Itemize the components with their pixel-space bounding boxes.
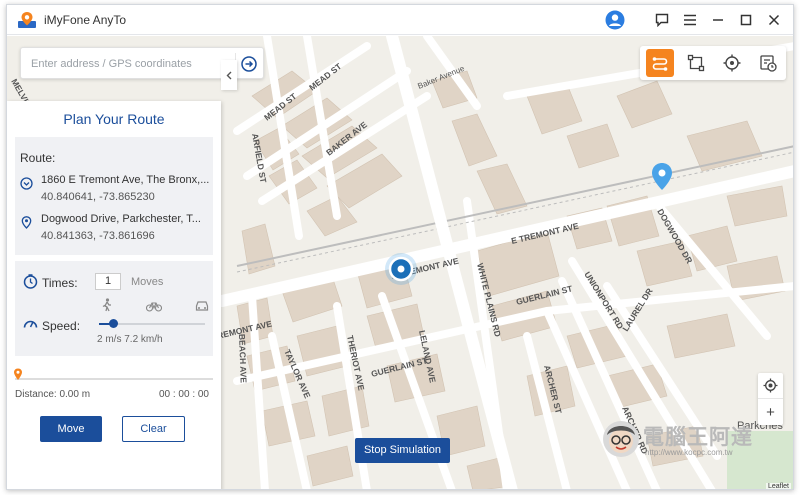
route-end-item[interactable]: Dogwood Drive, Parkchester, T... 40.8413…	[20, 211, 210, 247]
history-icon	[760, 55, 777, 72]
location-pin-icon	[21, 216, 32, 229]
map-pin-logo-icon	[18, 12, 36, 28]
watermark-url: http://www.kocpc.com.tw	[645, 448, 733, 457]
progress-marker-icon	[14, 368, 22, 380]
stop-simulation-button[interactable]: Stop Simulation	[355, 438, 450, 463]
locate-target-icon	[763, 378, 778, 393]
route-section: Route: 1860 E Tremont Ave, The Bronx,...…	[15, 137, 213, 255]
history-button[interactable]	[754, 49, 782, 77]
route-start-coords: 40.840641, -73.865230	[41, 191, 155, 203]
speed-label: Speed:	[42, 319, 81, 333]
distance-readout: Distance: 0.00 m	[15, 389, 91, 400]
walk-icon[interactable]	[101, 298, 113, 312]
bike-icon[interactable]	[146, 300, 162, 312]
mascot-logo-icon	[603, 421, 639, 457]
jump-teleport-button[interactable]	[718, 49, 746, 77]
mode-toolbar	[640, 46, 786, 80]
route-end-coords: 40.841363, -73.861696	[41, 230, 155, 242]
hamburger-menu-icon[interactable]	[680, 10, 700, 30]
speed-value: 2 m/s 7.2 km/h	[97, 334, 163, 345]
crosshair-icon	[723, 54, 741, 72]
arrow-right-circle-icon	[240, 56, 257, 72]
multi-stop-route-icon	[652, 57, 668, 71]
watermark: 電腦王阿達 http://www.kocpc.com.tw	[601, 419, 781, 459]
moves-label: Moves	[131, 276, 164, 288]
chat-icon[interactable]	[652, 10, 672, 30]
route-label: Route:	[20, 151, 56, 165]
close-icon[interactable]	[764, 10, 784, 30]
chevron-left-icon	[226, 71, 232, 79]
current-location-marker-icon[interactable]	[385, 253, 417, 285]
speed-slider-handle[interactable]	[109, 319, 118, 328]
times-input[interactable]: 1	[95, 273, 121, 290]
times-label: Times:	[42, 276, 78, 290]
destination-pin-icon[interactable]	[652, 163, 672, 190]
collapse-panel-button[interactable]	[221, 60, 237, 90]
route-planner-panel: Plan Your Route Route: 1860 E Tremont Av…	[7, 101, 221, 489]
app-window: iMyFone AnyTo E TREMONT AVE E TREMONT AV…	[6, 4, 794, 490]
map-attribution[interactable]: Leaflet	[765, 483, 791, 489]
title-bar: iMyFone AnyTo	[7, 5, 793, 35]
time-readout: 00 : 00 : 00	[158, 389, 209, 400]
multi-stop-route-button[interactable]	[646, 49, 674, 77]
route-start-name: 1860 E Tremont Ave, The Bronx,...	[41, 174, 210, 186]
map-controls: +	[758, 373, 783, 425]
route-start-item[interactable]: 1860 E Tremont Ave, The Bronx,... 40.840…	[20, 172, 210, 208]
route-end-name: Dogwood Drive, Parkchester, T...	[41, 213, 201, 225]
move-settings-section: Times: 1 Moves Speed: 2 m/s 7.2 km/h	[15, 261, 213, 356]
route-progress-bar	[15, 378, 213, 380]
car-icon[interactable]	[195, 300, 209, 312]
search-input[interactable]	[31, 55, 231, 73]
two-spot-route-button[interactable]	[682, 49, 710, 77]
timer-icon	[23, 274, 38, 289]
user-avatar-icon[interactable]	[605, 10, 625, 30]
watermark-text: 電腦王阿達	[643, 425, 753, 449]
search-go-button[interactable]	[235, 53, 257, 75]
two-spot-route-icon	[687, 54, 705, 72]
window-title: iMyFone AnyTo	[44, 13, 127, 27]
move-button[interactable]: Move	[40, 416, 102, 442]
panel-title: Plan Your Route	[63, 111, 165, 127]
map-view[interactable]: E TREMONT AVE E TREMONT AVE TREMONT AVE …	[7, 36, 793, 489]
speedometer-icon	[23, 320, 38, 328]
locate-me-button[interactable]	[758, 373, 783, 399]
clear-button[interactable]: Clear	[122, 416, 185, 442]
minimize-icon[interactable]	[708, 10, 728, 30]
maximize-icon[interactable]	[736, 10, 756, 30]
chevron-down-circle-icon	[20, 177, 33, 190]
street-label-beach: BEACH AVE	[237, 334, 249, 384]
